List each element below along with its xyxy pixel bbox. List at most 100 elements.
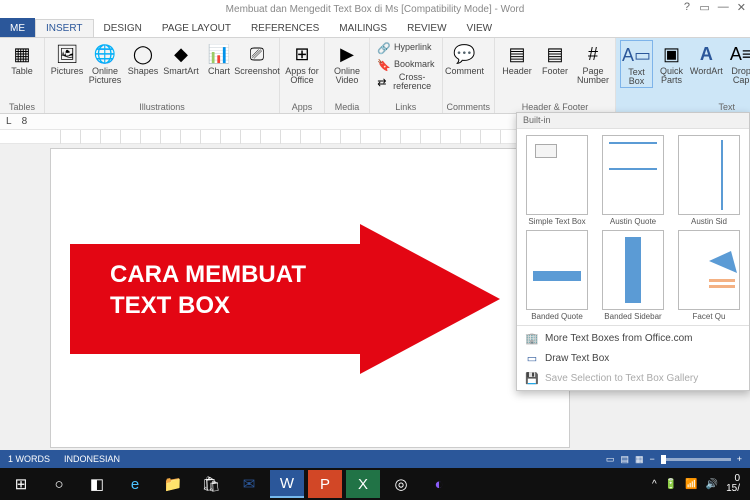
outlook-button[interactable]: ✉ — [232, 470, 266, 498]
pictures-icon: 🖼 — [56, 43, 78, 65]
hyperlink-icon: 🔗 — [377, 41, 391, 55]
system-tray: ^ 🔋 📶 🔊 0 15/ — [652, 474, 746, 494]
bookmark-button[interactable]: 🔖Bookmark — [374, 57, 438, 73]
header-icon: ▤ — [506, 43, 528, 65]
hyperlink-button[interactable]: 🔗Hyperlink — [374, 40, 438, 56]
draw-icon: ▭ — [525, 351, 539, 365]
group-tables: ▦Table Tables — [0, 38, 45, 113]
gallery-banded-sidebar[interactable]: Banded Sidebar — [595, 228, 671, 323]
zoom-in-icon[interactable]: + — [737, 454, 742, 464]
status-words[interactable]: 1 WORDS — [8, 454, 50, 464]
shapes-button[interactable]: ◯Shapes — [125, 40, 161, 76]
zoom-slider[interactable] — [661, 458, 731, 461]
tray-wifi-icon[interactable]: 📶 — [685, 479, 697, 490]
pictures-button[interactable]: 🖼Pictures — [49, 40, 85, 76]
tray-up-icon[interactable]: ^ — [652, 479, 657, 490]
group-comments: 💬Comment Comments — [443, 38, 496, 113]
more-text-boxes-option[interactable]: 🏢More Text Boxes from Office.com — [517, 328, 749, 348]
chart-button[interactable]: 📊Chart — [201, 40, 237, 76]
screenshot-button[interactable]: ⎚Screenshot — [239, 40, 275, 76]
save-icon: 💾 — [525, 371, 539, 385]
tab-page-layout[interactable]: PAGE LAYOUT — [152, 20, 241, 37]
view-print-icon[interactable]: ▤ — [620, 454, 629, 465]
gallery-banded-quote[interactable]: Banded Quote — [519, 228, 595, 323]
wordart-button[interactable]: AWordArt — [690, 40, 723, 76]
dropdown-options: 🏢More Text Boxes from Office.com ▭Draw T… — [517, 325, 749, 390]
bookmark-icon: 🔖 — [377, 58, 391, 72]
cross-reference-button[interactable]: ⇄Cross-reference — [374, 74, 438, 90]
footer-icon: ▤ — [544, 43, 566, 65]
tab-review[interactable]: REVIEW — [397, 20, 456, 37]
group-apps: ⊞Apps for Office Apps — [280, 38, 325, 113]
crossref-icon: ⇄ — [377, 75, 387, 89]
page-number-button[interactable]: #Page Number — [575, 40, 611, 86]
help-icon[interactable]: ? — [684, 1, 690, 13]
smartart-button[interactable]: ◆SmartArt — [163, 40, 199, 76]
explorer-button[interactable]: 📁 — [156, 470, 190, 498]
tab-design[interactable]: DESIGN — [94, 20, 152, 37]
group-media: ▶Online Video Media — [325, 38, 370, 113]
page[interactable] — [50, 148, 570, 448]
app-button[interactable]: ◐ — [422, 470, 456, 498]
wordart-icon: A — [695, 43, 717, 65]
gallery-austin-sidebar[interactable]: Austin Sid — [671, 133, 747, 228]
group-text: A▭Text Box ▣Quick Parts AWordArt A≡Drop … — [616, 38, 750, 113]
group-label-media: Media — [329, 102, 365, 113]
online-pictures-icon: 🌐 — [94, 43, 116, 65]
apps-icon: ⊞ — [291, 43, 313, 65]
title-bar: Membuat dan Mengedit Text Box di Ms [Com… — [0, 0, 750, 18]
draw-text-box-option[interactable]: ▭Draw Text Box — [517, 348, 749, 368]
tray-battery-icon[interactable]: 🔋 — [665, 479, 677, 490]
zoom-out-icon[interactable]: − — [649, 454, 654, 464]
tab-mailings[interactable]: MAILINGS — [329, 20, 397, 37]
status-language[interactable]: INDONESIAN — [64, 454, 120, 464]
gallery-austin-quote[interactable]: Austin Quote — [595, 133, 671, 228]
minimize-icon[interactable]: ▭ — [699, 1, 709, 14]
table-button[interactable]: ▦Table — [4, 40, 40, 76]
drop-cap-button[interactable]: A≡Drop Cap — [725, 40, 750, 86]
ribbon-tabs: ME INSERT DESIGN PAGE LAYOUT REFERENCES … — [0, 18, 750, 38]
text-box-button[interactable]: A▭Text Box — [620, 40, 653, 88]
tray-date[interactable]: 15/ — [726, 484, 740, 494]
footer-button[interactable]: ▤Footer — [537, 40, 573, 76]
store-button[interactable]: 🛍 — [194, 470, 228, 498]
page-number-icon: # — [582, 43, 604, 65]
group-label-comments: Comments — [447, 102, 491, 113]
table-icon: ▦ — [11, 43, 33, 65]
close-icon[interactable]: ✕ — [737, 1, 746, 14]
gallery-facet-quote[interactable]: Facet Qu — [671, 228, 747, 323]
tab-references[interactable]: REFERENCES — [241, 20, 329, 37]
online-pictures-button[interactable]: 🌐Online Pictures — [87, 40, 123, 86]
group-illustrations: 🖼Pictures 🌐Online Pictures ◯Shapes ◆Smar… — [45, 38, 280, 113]
tab-view[interactable]: VIEW — [457, 20, 503, 37]
video-icon: ▶ — [336, 43, 358, 65]
excel-button[interactable]: X — [346, 470, 380, 498]
task-view-button[interactable]: ◧ — [80, 470, 114, 498]
group-label-illustrations: Illustrations — [49, 102, 275, 113]
edge-button[interactable]: e — [118, 470, 152, 498]
dropdown-header: Built-in — [517, 113, 749, 129]
comment-button[interactable]: 💬Comment — [447, 40, 483, 76]
search-button[interactable]: ○ — [42, 470, 76, 498]
view-web-icon[interactable]: ▦ — [635, 454, 644, 465]
view-read-icon[interactable]: ▭ — [606, 454, 615, 465]
maximize-icon[interactable]: — — [718, 1, 729, 14]
tab-file[interactable]: ME — [0, 18, 35, 37]
group-label-tables: Tables — [4, 102, 40, 113]
text-box-gallery: Simple Text Box Austin Quote Austin Sid … — [517, 129, 749, 325]
gallery-simple-text-box[interactable]: Simple Text Box — [519, 133, 595, 228]
online-video-button[interactable]: ▶Online Video — [329, 40, 365, 86]
quick-parts-button[interactable]: ▣Quick Parts — [655, 40, 688, 86]
info-l: L — [6, 116, 12, 127]
powerpoint-button[interactable]: P — [308, 470, 342, 498]
apps-button[interactable]: ⊞Apps for Office — [284, 40, 320, 86]
chrome-button[interactable]: ◎ — [384, 470, 418, 498]
window-title: Membuat dan Mengedit Text Box di Ms [Com… — [226, 4, 525, 15]
tab-insert[interactable]: INSERT — [35, 19, 94, 37]
tray-volume-icon[interactable]: 🔊 — [706, 479, 718, 490]
taskbar: ⊞ ○ ◧ e 📁 🛍 ✉ W P X ◎ ◐ ^ 🔋 📶 🔊 0 15/ — [0, 468, 750, 500]
start-button[interactable]: ⊞ — [4, 470, 38, 498]
group-label-links: Links — [374, 102, 438, 113]
word-button[interactable]: W — [270, 470, 304, 498]
header-button[interactable]: ▤Header — [499, 40, 535, 76]
